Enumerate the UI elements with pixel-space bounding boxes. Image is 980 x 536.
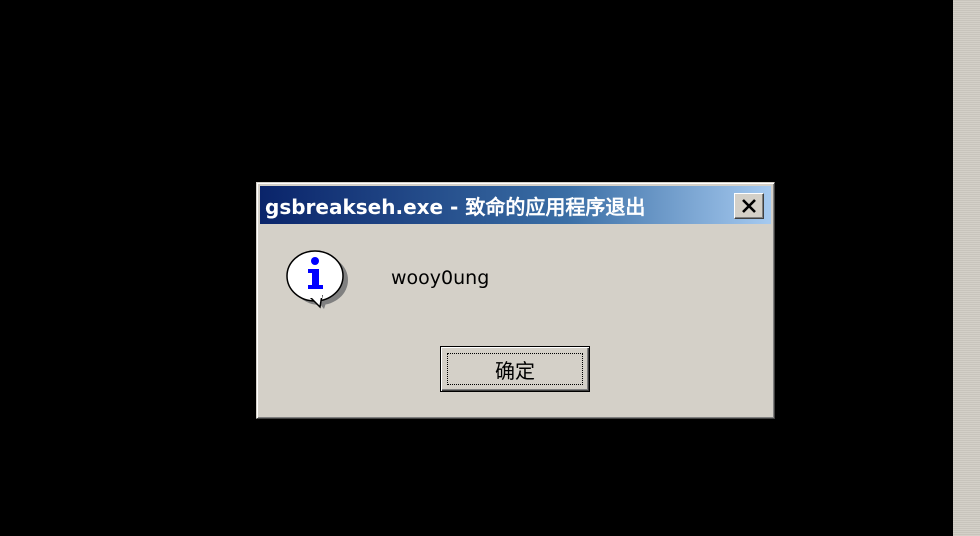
dialog-message: wooy0ung [391, 267, 490, 289]
close-button[interactable] [734, 193, 764, 219]
error-dialog: gsbreakseh.exe - 致命的应用程序退出 wooy0ung 确定 [256, 182, 775, 419]
dialog-title: gsbreakseh.exe - 致命的应用程序退出 [265, 194, 646, 219]
information-icon [286, 250, 348, 309]
adjacent-window-edge [953, 0, 980, 536]
dialog-titlebar[interactable]: gsbreakseh.exe - 致命的应用程序退出 [260, 186, 771, 224]
ok-button-label: 确定 [495, 358, 535, 383]
ok-button[interactable]: 确定 [440, 346, 590, 392]
close-icon [742, 199, 756, 213]
